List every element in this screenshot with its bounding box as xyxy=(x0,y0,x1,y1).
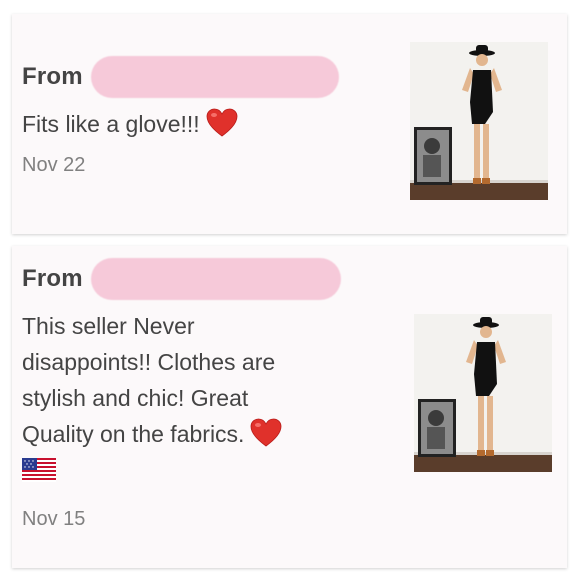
review-date: Nov 15 xyxy=(22,508,86,530)
review-text-line: disappoints!! Clothes are xyxy=(22,349,276,375)
review-text: Fits like a glove!!! xyxy=(22,111,200,137)
review-text-line: Quality on the fabrics. xyxy=(22,421,245,447)
review-message: Fits like a glove!!! xyxy=(22,106,238,142)
redacted-username xyxy=(90,56,339,98)
review-date: Nov 22 xyxy=(22,154,86,176)
red-heart-icon xyxy=(206,108,238,137)
product-photo[interactable] xyxy=(410,42,548,200)
model-photo xyxy=(410,42,548,200)
review-message: This seller Never disappoints!! Clothes … xyxy=(22,308,282,482)
product-photo[interactable] xyxy=(414,314,552,472)
from-label: From xyxy=(22,63,83,90)
review-card-2: From This seller Never disappoints!! Clo… xyxy=(12,246,567,568)
model-photo xyxy=(414,314,552,472)
review-text-line: stylish and chic! Great xyxy=(22,385,249,411)
review-text-line: This seller Never xyxy=(22,313,195,339)
us-flag-icon xyxy=(22,458,56,482)
redacted-username xyxy=(90,258,341,300)
from-label: From xyxy=(22,265,83,292)
review-card-1: From Fits like a glove!!! Nov 22 xyxy=(12,14,567,234)
red-heart-icon xyxy=(251,418,282,447)
review-from-row: From xyxy=(22,258,341,300)
review-from-row: From xyxy=(22,56,339,98)
